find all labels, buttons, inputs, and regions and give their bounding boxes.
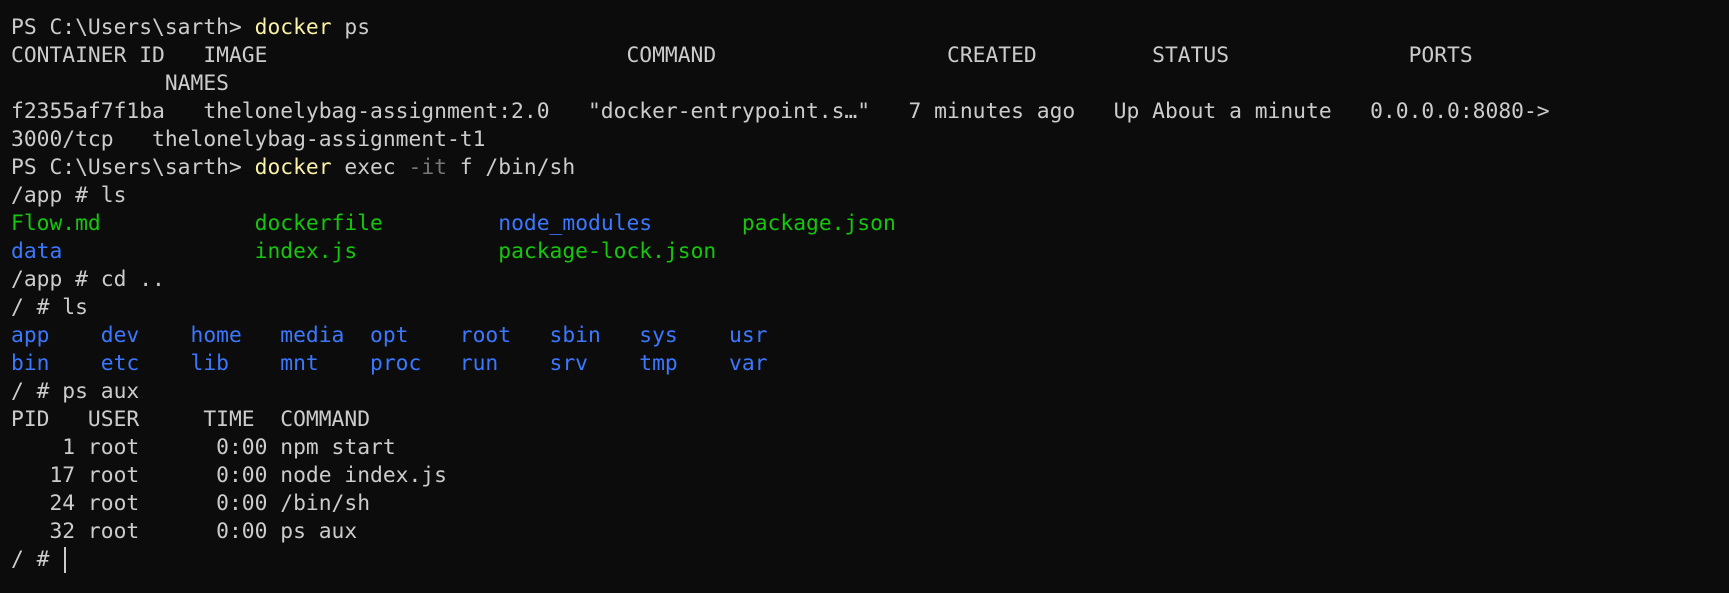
terminal-text: f /bin/sh <box>446 155 576 180</box>
terminal-output: PS C:\Users\sarth> docker ps CONTAINER ID… <box>11 14 1729 574</box>
terminal-text: index.js <box>254 239 358 264</box>
terminal-text: -it <box>408 155 447 180</box>
terminal-line: / # ls <box>11 294 1729 322</box>
terminal-text: / # ps aux <box>11 379 140 404</box>
text-cursor <box>64 547 67 573</box>
terminal-line: 24 root 0:00 /bin/sh <box>11 490 1729 518</box>
terminal-text: / # <box>11 547 63 572</box>
terminal-text: /app # ls <box>11 183 127 208</box>
terminal-line: PS C:\Users\sarth> docker ps <box>11 14 1729 42</box>
terminal-line: 3000/tcp thelonelybag-assignment-t1 <box>11 126 1729 154</box>
terminal-text: data <box>11 239 63 264</box>
terminal-text: PID USER TIME COMMAND <box>11 407 371 432</box>
terminal-text: f2355af7f1ba thelonelybag-assignment:2.0… <box>11 99 1550 124</box>
terminal-line: app dev home media opt root sbin sys usr <box>11 322 1729 350</box>
terminal-text: CONTAINER ID IMAGE COMMAND CREATED STATU… <box>11 43 1473 68</box>
terminal-text: dockerfile <box>254 211 383 236</box>
terminal-text: docker <box>254 15 332 40</box>
terminal-text: /app # cd .. <box>11 267 165 292</box>
terminal-line: f2355af7f1ba thelonelybag-assignment:2.0… <box>11 98 1729 126</box>
terminal-text: PS C:\Users\sarth> <box>11 15 255 40</box>
terminal-text: PS C:\Users\sarth> <box>11 155 255 180</box>
terminal-text: docker <box>254 155 332 180</box>
terminal-text: app dev home media opt root sbin sys usr <box>11 323 768 348</box>
terminal-text: package.json <box>741 211 896 236</box>
terminal-text: 3000/tcp thelonelybag-assignment-t1 <box>11 127 486 152</box>
terminal-line: NAMES <box>11 70 1729 98</box>
terminal-text: 24 root 0:00 /bin/sh <box>11 491 371 516</box>
terminal-window[interactable]: PS C:\Users\sarth> docker ps CONTAINER ID… <box>0 0 1729 593</box>
terminal-line: PS C:\Users\sarth> docker exec -it f /bi… <box>11 154 1729 182</box>
terminal-line: PID USER TIME COMMAND <box>11 406 1729 434</box>
terminal-text: package-lock.json <box>498 239 717 264</box>
terminal-line: 32 root 0:00 ps aux <box>11 518 1729 546</box>
terminal-text: / # ls <box>11 295 88 320</box>
terminal-line: / # <box>11 546 1729 574</box>
terminal-text: exec <box>331 155 409 180</box>
terminal-text: ps <box>331 15 371 40</box>
terminal-text: Flow.md <box>11 211 101 236</box>
terminal-line: 1 root 0:00 npm start <box>11 434 1729 462</box>
terminal-line: / # ps aux <box>11 378 1729 406</box>
terminal-line: /app # ls <box>11 182 1729 210</box>
terminal-line: Flow.md dockerfile node_modules package.… <box>11 210 1729 238</box>
terminal-line: /app # cd .. <box>11 266 1729 294</box>
terminal-text: bin etc lib mnt proc run srv tmp var <box>11 351 768 376</box>
terminal-text: 32 root 0:00 ps aux <box>11 519 358 544</box>
terminal-text: 17 root 0:00 node index.js <box>11 463 447 488</box>
terminal-line: CONTAINER ID IMAGE COMMAND CREATED STATU… <box>11 42 1729 70</box>
terminal-text: node_modules <box>498 211 653 236</box>
terminal-line: bin etc lib mnt proc run srv tmp var <box>11 350 1729 378</box>
terminal-text: 1 root 0:00 npm start <box>11 435 396 460</box>
terminal-line: data index.js package-lock.json <box>11 238 1729 266</box>
terminal-line: 17 root 0:00 node index.js <box>11 462 1729 490</box>
terminal-text: NAMES <box>11 71 229 96</box>
